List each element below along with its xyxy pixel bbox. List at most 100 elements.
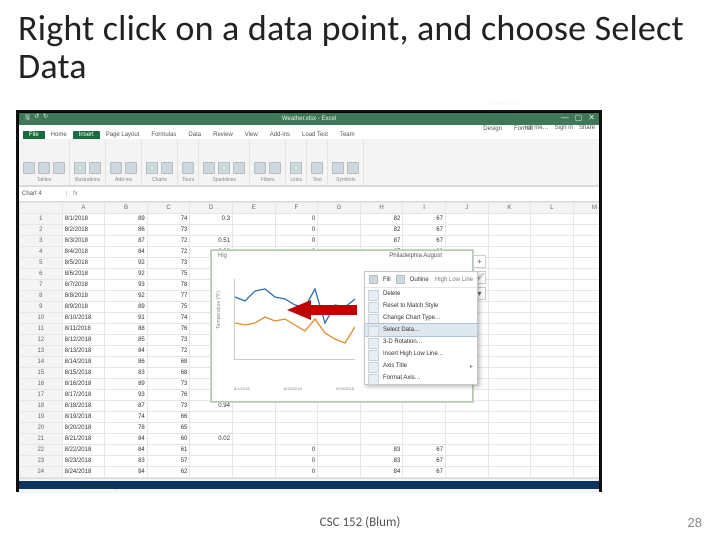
cell[interactable] (488, 445, 531, 456)
cell[interactable]: 88 (105, 324, 148, 335)
tab-data[interactable]: Data (182, 131, 207, 139)
cell[interactable] (531, 225, 574, 236)
cell[interactable] (531, 258, 574, 269)
row-header[interactable]: 20 (20, 423, 63, 434)
cell[interactable]: 8/19/2018 (62, 412, 105, 423)
cell[interactable] (318, 478, 361, 479)
cell[interactable] (403, 401, 446, 412)
cell[interactable]: 73 (147, 258, 190, 269)
embedded-chart[interactable]: Hig Philadelphia August + 🖌 ▾ Temperatur… (211, 250, 473, 402)
cell[interactable]: 86 (105, 225, 148, 236)
column-header[interactable]: D (190, 203, 233, 214)
cell[interactable] (531, 335, 574, 346)
redo-icon[interactable]: ↻ (43, 113, 48, 123)
cell[interactable] (488, 423, 531, 434)
cell[interactable] (573, 280, 599, 291)
cell[interactable] (445, 423, 488, 434)
cell[interactable] (360, 401, 403, 412)
quick-access-toolbar[interactable]: 🖫 ↺ ↻ (25, 113, 48, 123)
recommended-charts-icon[interactable] (146, 162, 158, 174)
cell[interactable]: 8/20/2018 (62, 423, 105, 434)
cell[interactable] (445, 214, 488, 225)
cell[interactable]: 61 (147, 445, 190, 456)
cell[interactable] (403, 412, 446, 423)
signin-link[interactable]: Sign in (555, 125, 573, 131)
close-button[interactable]: ✕ (588, 113, 595, 122)
cell[interactable] (403, 434, 446, 445)
cell[interactable] (318, 434, 361, 445)
cell[interactable]: 75 (147, 269, 190, 280)
cell[interactable] (445, 445, 488, 456)
cell[interactable] (531, 423, 574, 434)
cell[interactable]: 8/10/2018 (62, 313, 105, 324)
table-row[interactable]: 198/19/20187466 (20, 412, 600, 423)
cell[interactable] (445, 456, 488, 467)
cell[interactable]: 74 (105, 412, 148, 423)
column-header[interactable]: H (360, 203, 403, 214)
cell[interactable]: 73 (147, 225, 190, 236)
cell[interactable]: 82 (360, 225, 403, 236)
cell[interactable] (232, 434, 275, 445)
cell[interactable] (488, 357, 531, 368)
store-icon[interactable] (110, 162, 122, 174)
tab-insert[interactable]: Insert (73, 131, 100, 139)
cell[interactable] (573, 335, 599, 346)
cell[interactable]: 8/11/2018 (62, 324, 105, 335)
timeline-icon[interactable] (269, 162, 281, 174)
cell[interactable] (573, 236, 599, 247)
row-header[interactable]: 21 (20, 434, 63, 445)
mini-toolbar[interactable]: Fill Outline High Low Line (365, 272, 477, 288)
cell[interactable]: 78 (147, 280, 190, 291)
save-icon[interactable]: 🖫 (25, 113, 30, 123)
equation-icon[interactable] (332, 162, 344, 174)
cell[interactable] (190, 478, 233, 479)
cell[interactable] (232, 214, 275, 225)
row-header[interactable]: 6 (20, 269, 63, 280)
row-header[interactable]: 16 (20, 379, 63, 390)
cell[interactable] (488, 478, 531, 479)
symbol-icon[interactable] (347, 162, 359, 174)
column-header[interactable]: E (232, 203, 275, 214)
cell[interactable]: 72 (147, 247, 190, 258)
cell[interactable] (445, 401, 488, 412)
cell[interactable]: 67 (403, 225, 446, 236)
cell[interactable]: 82 (360, 214, 403, 225)
cell[interactable]: 74 (147, 313, 190, 324)
cell[interactable]: 8/3/2018 (62, 236, 105, 247)
cell[interactable]: 0 (275, 225, 318, 236)
cell[interactable]: 8/21/2018 (62, 434, 105, 445)
cell[interactable]: 84 (105, 467, 148, 478)
tab-formulas[interactable]: Formulas (145, 131, 182, 139)
menu-item-insert-high-low-line[interactable]: Insert High Low Line… (365, 348, 477, 360)
cell[interactable]: 8/6/2018 (62, 269, 105, 280)
cell[interactable] (573, 401, 599, 412)
row-header[interactable]: 25 (20, 478, 63, 479)
chart-context-menu[interactable]: Fill Outline High Low Line DeleteReset t… (364, 271, 478, 385)
cell[interactable]: 8/14/2018 (62, 357, 105, 368)
tab-team[interactable]: Team (334, 131, 361, 139)
3d-map-icon[interactable] (182, 162, 194, 174)
row-header[interactable]: 5 (20, 258, 63, 269)
cell[interactable]: 8/1/2018 (62, 214, 105, 225)
cell[interactable] (488, 368, 531, 379)
cell[interactable] (531, 467, 574, 478)
table-row[interactable]: 38/3/201887720.5108767 (20, 236, 600, 247)
table-row[interactable]: 28/2/2018867308267 (20, 225, 600, 236)
cell[interactable] (318, 214, 361, 225)
cell[interactable] (573, 423, 599, 434)
cell[interactable] (531, 214, 574, 225)
hyperlink-icon[interactable] (290, 162, 302, 174)
cell[interactable]: 0 (275, 467, 318, 478)
cell[interactable]: 0.3 (190, 214, 233, 225)
cell[interactable]: 66 (147, 412, 190, 423)
cell[interactable] (488, 434, 531, 445)
cell[interactable] (232, 445, 275, 456)
cell[interactable] (488, 379, 531, 390)
tab-file[interactable]: File (23, 131, 45, 139)
cell[interactable] (573, 247, 599, 258)
cell[interactable] (488, 247, 531, 258)
cell[interactable] (445, 412, 488, 423)
series-select-dropdown[interactable]: High Low Line (435, 277, 473, 283)
menu-item-d-rotation[interactable]: 3-D Rotation… (365, 336, 477, 348)
column-header[interactable]: L (531, 203, 574, 214)
